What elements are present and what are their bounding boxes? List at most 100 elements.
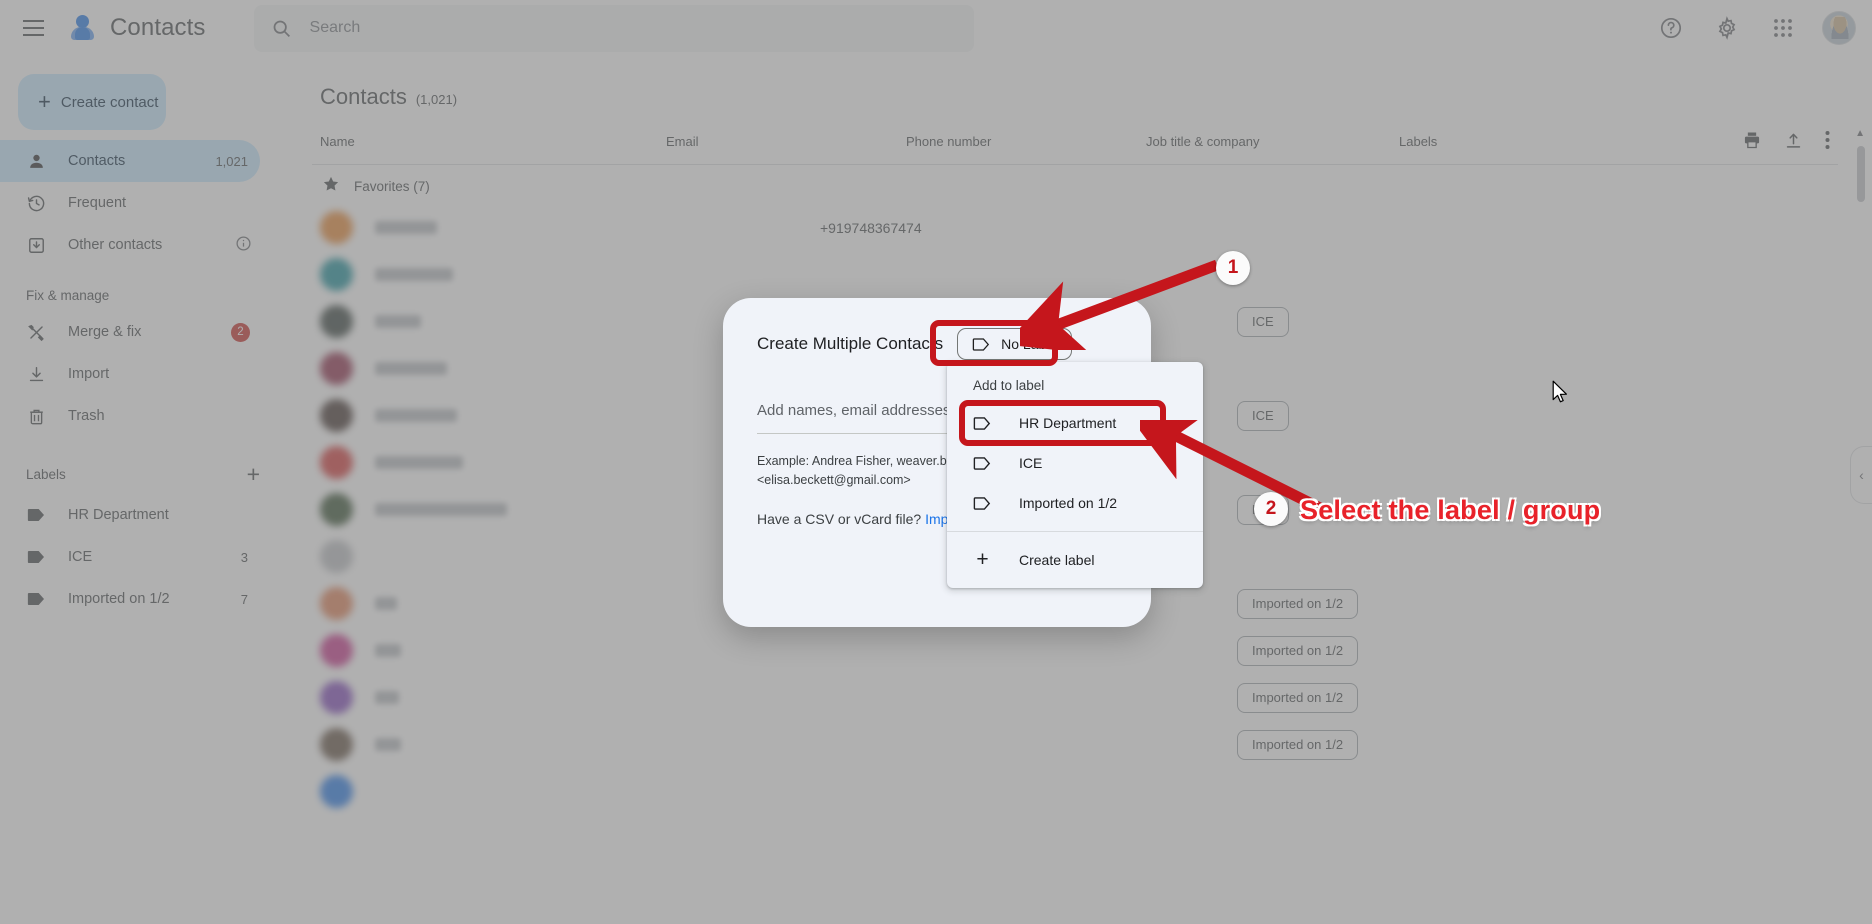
step-1-number: 1 xyxy=(1227,257,1239,278)
screen-root: Contacts Search + Create contact Contact… xyxy=(0,0,1872,924)
column-header-phone: Phone number xyxy=(906,134,992,149)
scrollbar-thumb[interactable] xyxy=(1857,146,1865,202)
top-bar-actions xyxy=(1648,5,1872,51)
sidebar-item-merge-fix[interactable]: Merge & fix 2 xyxy=(0,311,260,353)
create-label-plus-icon[interactable]: + xyxy=(247,461,260,488)
avatar xyxy=(320,305,353,338)
create-contact-label: Create contact xyxy=(60,93,159,111)
caret-up-icon[interactable]: ▲ xyxy=(1855,128,1865,139)
table-header-row: Name Email Phone number Job title & comp… xyxy=(312,130,1838,165)
print-icon[interactable] xyxy=(1742,130,1762,153)
sidebar-label-ice[interactable]: ICE 3 xyxy=(0,536,260,578)
avatar xyxy=(320,352,353,385)
menu-item-label: Create label xyxy=(1019,552,1095,568)
history-clock-icon xyxy=(26,193,46,213)
create-contact-button[interactable]: + Create contact xyxy=(18,74,166,130)
sidebar-section-fix-manage: Fix & manage xyxy=(26,288,110,303)
contact-label-chip: Imported on 1/2 xyxy=(1237,635,1359,666)
sidebar-item-contacts[interactable]: Contacts 1,021 xyxy=(0,140,260,182)
label-tag-outline-icon xyxy=(973,496,992,511)
contact-name-redacted xyxy=(375,644,401,657)
sidebar-item-label: Frequent xyxy=(68,195,127,211)
column-header-labels: Labels xyxy=(1399,134,1438,149)
top-bar: Contacts Search xyxy=(0,0,1872,56)
avatar xyxy=(320,211,353,244)
menu-item-label: ICE xyxy=(1019,455,1043,471)
sidebar-item-import[interactable]: Import xyxy=(0,353,260,395)
label-tag-icon xyxy=(26,505,46,525)
export-upload-icon[interactable] xyxy=(1784,131,1803,153)
sidebar-label-imported-on-1-2[interactable]: Imported on 1/2 7 xyxy=(0,578,260,620)
column-header-email: Email xyxy=(666,134,699,149)
merge-tools-icon xyxy=(26,322,46,342)
dialog-title: Create Multiple Contacts xyxy=(757,334,944,353)
step-1-badge: 1 xyxy=(1216,251,1250,285)
table-row[interactable]: Imported on 1/2 xyxy=(312,627,1838,674)
contact-name-redacted xyxy=(375,362,447,375)
sidebar-item-label: Trash xyxy=(68,408,105,424)
sidebar-item-count: 1,021 xyxy=(215,153,248,169)
favorites-label: Favorites (7) xyxy=(354,179,430,194)
sidebar-label-count: 7 xyxy=(240,591,248,607)
hamburger-menu-icon[interactable] xyxy=(9,4,57,52)
avatar xyxy=(320,446,353,479)
table-row[interactable] xyxy=(312,768,1838,815)
menu-item-label: HR Department xyxy=(1019,415,1117,431)
label-tag-outline-icon xyxy=(972,337,991,352)
help-circle-icon[interactable] xyxy=(1648,5,1694,51)
column-header-name: Name xyxy=(320,134,355,149)
sidebar-item-label: Import xyxy=(68,366,110,382)
search-bar[interactable]: Search xyxy=(253,4,974,52)
merge-fix-badge: 2 xyxy=(231,322,250,342)
search-placeholder: Search xyxy=(309,19,361,36)
person-icon xyxy=(26,151,46,171)
page-title-row: Contacts (1,021) xyxy=(312,84,1838,110)
sidebar-label-name: ICE xyxy=(68,549,93,565)
star-icon xyxy=(322,175,340,198)
contact-label-chip: Imported on 1/2 xyxy=(1237,588,1359,619)
sidebar-item-frequent[interactable]: Frequent xyxy=(0,182,260,224)
contact-name-redacted xyxy=(375,315,421,328)
contact-name-redacted xyxy=(375,503,507,516)
contact-name-redacted xyxy=(375,409,457,422)
gear-icon[interactable] xyxy=(1704,5,1750,51)
mouse-cursor xyxy=(1552,380,1567,403)
contact-name-redacted xyxy=(375,456,463,469)
account-avatar[interactable] xyxy=(1822,11,1856,45)
menu-item-create-label[interactable]: + Create label xyxy=(947,540,1203,580)
avatar xyxy=(320,634,353,667)
info-circle-icon[interactable] xyxy=(235,235,260,255)
arrow-step-1 xyxy=(1020,259,1219,350)
menu-item-label: Imported on 1/2 xyxy=(1019,495,1118,511)
contact-label-chip: Imported on 1/2 xyxy=(1237,729,1359,760)
menu-heading: Add to label xyxy=(973,378,1045,393)
avatar xyxy=(320,493,353,526)
sidebar-item-label: Merge & fix xyxy=(68,324,142,340)
contact-phone: +919748367474 xyxy=(820,219,922,236)
sidebar-item-other-contacts[interactable]: Other contacts xyxy=(0,224,260,266)
avatar xyxy=(320,728,353,761)
sidebar-label-hr-department[interactable]: HR Department xyxy=(0,494,260,536)
sidebar-label-count: 3 xyxy=(240,549,248,565)
side-panel-expander[interactable]: ‹ xyxy=(1850,446,1872,504)
sidebar: + Create contact Contacts 1,021 Frequent… xyxy=(0,56,288,924)
download-icon xyxy=(26,364,46,384)
avatar xyxy=(320,587,353,620)
table-row[interactable]: Imported on 1/2 xyxy=(312,721,1838,768)
contact-name-redacted xyxy=(375,738,401,751)
avatar xyxy=(320,258,353,291)
contact-name-redacted xyxy=(375,221,437,234)
sidebar-item-trash[interactable]: Trash xyxy=(0,395,260,437)
table-row[interactable]: Imported on 1/2 xyxy=(312,674,1838,721)
archive-down-icon xyxy=(26,235,46,255)
app-brand[interactable]: Contacts xyxy=(67,13,206,43)
more-vertical-icon[interactable] xyxy=(1825,130,1830,153)
contact-label-chip: Imported on 1/2 xyxy=(1237,682,1359,713)
apps-grid-icon[interactable] xyxy=(1760,5,1806,51)
label-tag-outline-icon xyxy=(973,416,992,431)
sidebar-label-name: Imported on 1/2 xyxy=(68,591,170,607)
avatar xyxy=(320,681,353,714)
sidebar-label-name: HR Department xyxy=(68,507,169,523)
contact-name-redacted xyxy=(375,597,397,610)
scrollbar[interactable]: ▲ xyxy=(1855,126,1867,916)
